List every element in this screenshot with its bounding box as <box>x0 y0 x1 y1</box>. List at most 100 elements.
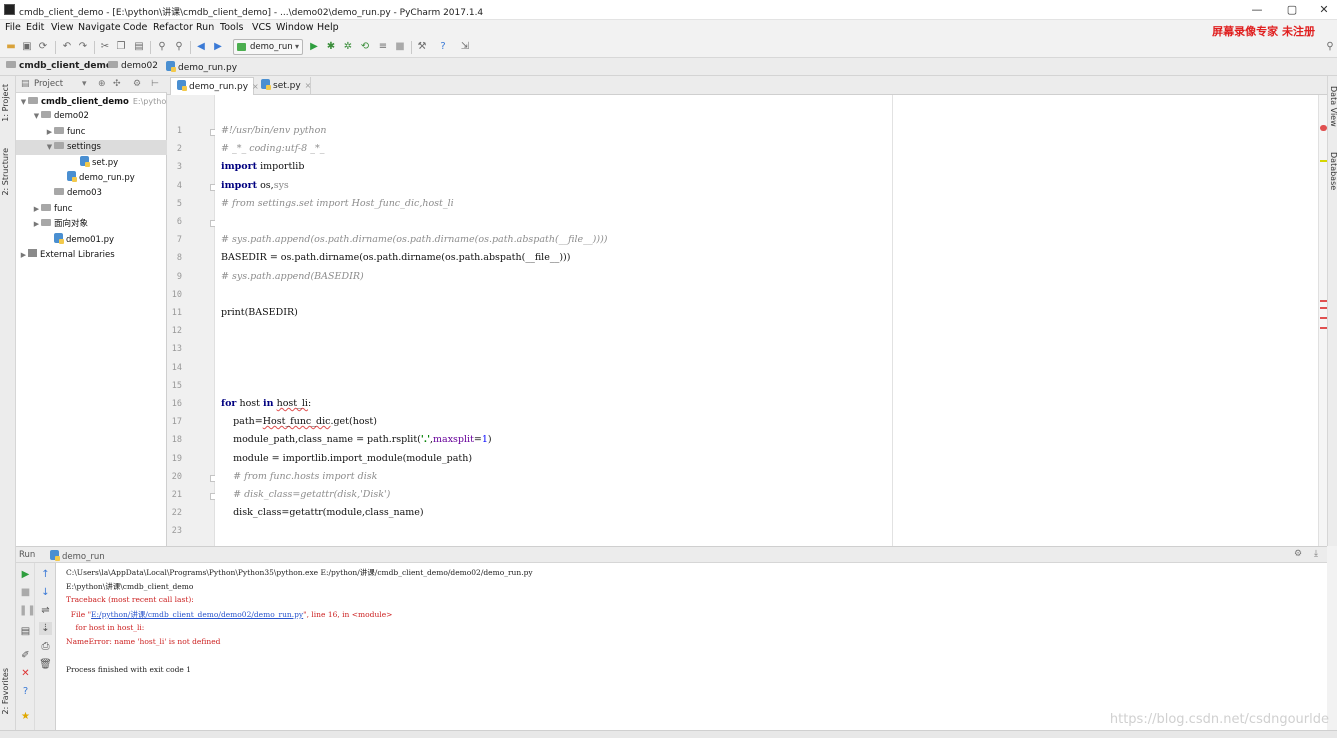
dump-threads-icon[interactable]: ▤ <box>19 625 32 638</box>
structure-tool-tab[interactable]: 2: Structure <box>1 148 10 196</box>
collapse-arrow-icon[interactable]: ▶ <box>32 202 41 217</box>
forward-icon[interactable]: ▶ <box>211 40 225 54</box>
data-view-tool-tab[interactable]: Data View <box>1329 86 1337 127</box>
run-configuration-select[interactable]: demo_run ▾ <box>233 39 303 55</box>
collapse-arrow-icon[interactable]: ▶ <box>19 248 28 263</box>
editor-scrollbar[interactable] <box>1318 95 1327 546</box>
undo-icon[interactable]: ↶ <box>60 40 74 54</box>
code-line[interactable]: # sys.path.append(os.path.dirname(os.pat… <box>221 234 608 245</box>
tree-item[interactable]: demo03 <box>16 186 167 201</box>
debug-icon[interactable]: ✱ <box>324 40 338 54</box>
favorites-star-icon[interactable]: ★ <box>19 710 32 723</box>
redo-icon[interactable]: ↷ <box>76 40 90 54</box>
search-everywhere-icon[interactable]: ⚲ <box>1323 40 1337 54</box>
error-mark[interactable] <box>1320 300 1327 302</box>
project-tool-tab[interactable]: 1: Project <box>1 84 10 122</box>
find-icon[interactable]: ⚲ <box>155 40 169 54</box>
sync-icon[interactable]: ⟳ <box>36 40 50 54</box>
menu-help[interactable]: Help <box>317 22 339 33</box>
close-icon[interactable]: ✕ <box>19 667 32 680</box>
copy-icon[interactable]: ❐ <box>114 40 128 54</box>
expand-arrow-icon[interactable]: ▼ <box>32 109 41 124</box>
down-arrow-icon[interactable]: ↓ <box>39 586 52 599</box>
tree-item[interactable]: ▶ func <box>16 125 167 140</box>
print-icon[interactable]: ⎙ <box>39 640 52 653</box>
code-line[interactable]: BASEDIR = os.path.dirname(os.path.dirnam… <box>221 252 570 263</box>
menu-window[interactable]: Window <box>276 22 313 33</box>
minimize-button[interactable]: — <box>1247 3 1267 16</box>
close-tab-icon[interactable]: × <box>305 81 312 90</box>
collapse-arrow-icon[interactable]: ▶ <box>32 217 41 232</box>
cut-icon[interactable]: ✂ <box>98 40 112 54</box>
hide-panel-icon[interactable]: ⤓ <box>1314 549 1318 559</box>
rerun-icon[interactable]: ▶ <box>19 568 32 581</box>
favorites-tool-tab[interactable]: 2: Favorites <box>1 668 10 714</box>
gear-icon[interactable]: ⚙ <box>133 79 141 89</box>
tree-item[interactable]: ▶ func <box>16 202 167 217</box>
tree-item[interactable]: ▶ External Libraries <box>16 248 167 263</box>
code-line[interactable]: disk_class=getattr(module,class_name) <box>221 507 424 518</box>
code-line[interactable]: # from settings.set import Host_func_dic… <box>221 198 454 209</box>
code-line[interactable]: # from func.hosts import disk <box>221 471 377 482</box>
menu-refactor[interactable]: Refactor <box>153 22 193 33</box>
structure-icon[interactable]: ⇲ <box>458 40 472 54</box>
code-line[interactable]: # _*_ coding:utf-8 _*_ <box>221 143 324 154</box>
error-mark[interactable] <box>1320 307 1327 309</box>
error-stripe-icon[interactable] <box>1320 125 1327 131</box>
warning-mark[interactable] <box>1320 160 1327 162</box>
menu-run[interactable]: Run <box>196 22 214 33</box>
code-line[interactable]: module = importlib.import_module(module_… <box>221 453 472 464</box>
save-icon[interactable]: ▣ <box>20 40 34 54</box>
pause-icon[interactable]: ❚❚ <box>19 604 36 617</box>
run-console-output[interactable]: C:\Users\la\AppData\Local\Programs\Pytho… <box>56 563 1327 730</box>
collapse-icon[interactable]: ✣ <box>113 79 121 89</box>
code-line[interactable]: # sys.path.append(BASEDIR) <box>221 271 364 282</box>
tab-demo-run[interactable]: demo_run.py × <box>170 77 259 95</box>
chevron-down-icon[interactable]: ▾ <box>82 79 87 89</box>
stop-icon[interactable]: ■ <box>19 586 32 599</box>
help-icon[interactable]: ? <box>436 40 450 54</box>
trash-icon[interactable]: 🗑 <box>39 658 52 671</box>
breadcrumb-file[interactable]: demo_run.py <box>166 61 237 73</box>
hide-icon[interactable]: ⊢ <box>151 79 159 89</box>
back-icon[interactable]: ◀ <box>194 40 208 54</box>
project-panel-title[interactable]: Project <box>34 79 63 89</box>
code-line[interactable]: import importlib <box>221 161 304 172</box>
menu-vcs[interactable]: VCS <box>252 22 271 33</box>
code-editor[interactable]: #!/usr/bin/env python # _*_ coding:utf-8 … <box>215 95 1318 546</box>
code-line[interactable]: import os,sys <box>221 180 289 191</box>
error-mark[interactable] <box>1320 327 1327 329</box>
expand-arrow-icon[interactable]: ▼ <box>19 95 28 110</box>
traceback-file-link[interactable]: E:/python/讲课/cmdb_client_demo/demo02/dem… <box>91 610 303 619</box>
expand-arrow-icon[interactable]: ▼ <box>45 140 54 155</box>
scroll-to-end-icon[interactable]: ⇣ <box>39 622 52 635</box>
tree-item[interactable]: ▼ cmdb_client_demo E:\python <box>16 94 171 110</box>
coverage-icon[interactable]: ✲ <box>341 40 355 54</box>
concurrency-icon[interactable]: ≡ <box>376 40 390 54</box>
run-icon[interactable]: ▶ <box>307 40 321 54</box>
menu-edit[interactable]: Edit <box>26 22 44 33</box>
code-line[interactable]: #!/usr/bin/env python <box>221 125 327 136</box>
menu-view[interactable]: View <box>51 22 74 33</box>
gear-icon[interactable]: ⚙ <box>1294 549 1302 559</box>
paste-icon[interactable]: ▤ <box>132 40 146 54</box>
tree-item[interactable]: ▶ 面向对象 <box>16 217 167 232</box>
close-button[interactable]: ✕ <box>1314 3 1334 16</box>
error-mark[interactable] <box>1320 317 1327 319</box>
profile-icon[interactable]: ⟲ <box>358 40 372 54</box>
tree-item[interactable]: demo01.py <box>16 232 167 248</box>
maximize-button[interactable]: ▢ <box>1282 3 1302 16</box>
code-line[interactable]: # disk_class=getattr(disk,'Disk') <box>221 489 390 500</box>
open-icon[interactable]: ▬ <box>4 40 18 54</box>
tree-item[interactable]: set.py <box>16 155 167 171</box>
breadcrumb-project[interactable]: cmdb_client_demo <box>6 61 112 73</box>
pin-icon[interactable]: ✐ <box>19 649 32 662</box>
menu-code[interactable]: Code <box>123 22 147 33</box>
database-tool-tab[interactable]: Database <box>1329 152 1337 190</box>
replace-icon[interactable]: ⚲ <box>172 40 186 54</box>
code-line[interactable]: path=Host_func_dic.get(host) <box>221 416 377 427</box>
up-arrow-icon[interactable]: ↑ <box>39 568 52 581</box>
breadcrumb-folder[interactable]: demo02 <box>108 61 158 73</box>
code-line[interactable]: for host in host_li: <box>221 398 311 409</box>
locate-icon[interactable]: ⊕ <box>98 79 106 89</box>
